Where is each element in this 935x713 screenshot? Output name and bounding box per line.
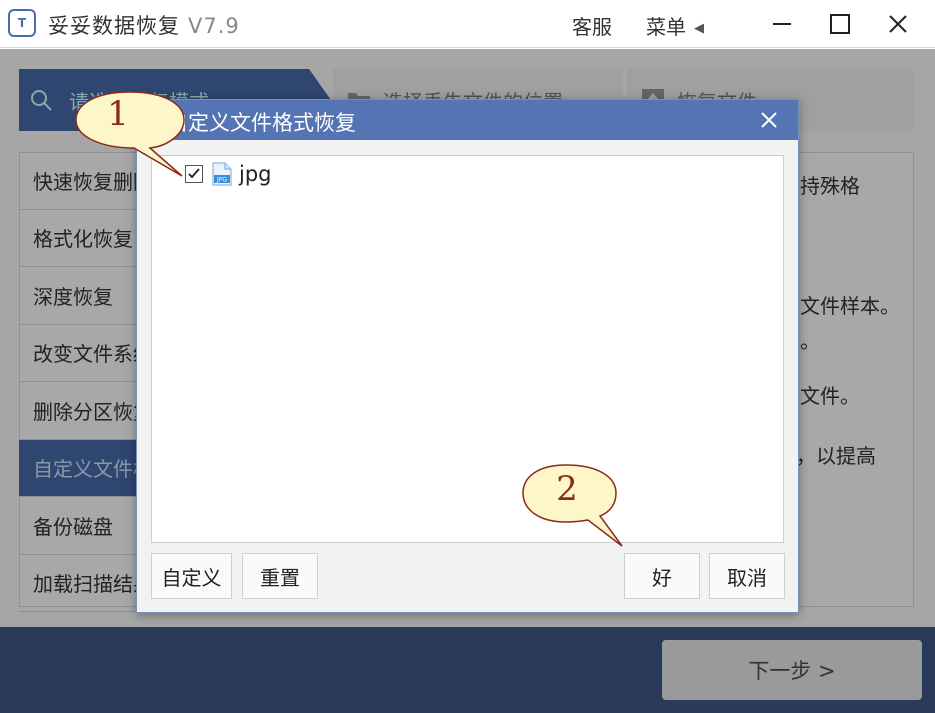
description-line-5: ，以提高 (796, 444, 876, 468)
description-line-3: 。 (800, 329, 820, 353)
mode-custom-format[interactable]: 自定义文件格式恢复 (19, 439, 139, 497)
close-icon (761, 112, 777, 128)
app-logo-icon: T (8, 9, 36, 37)
ok-button[interactable]: 好 (624, 553, 700, 599)
cancel-button[interactable]: 取消 (709, 553, 785, 599)
service-button[interactable]: 客服 (572, 11, 612, 40)
custom-format-dialog: 自定义文件格式恢复 JPG jpg 自定义 重置 好 取消 (136, 99, 799, 613)
file-type-list: JPG jpg (151, 155, 784, 543)
menu-label: 菜单 (646, 15, 686, 39)
minimize-icon (773, 23, 791, 25)
description-line-4: 文件。 (800, 384, 860, 408)
menu-button[interactable]: 菜单 ◀ (646, 11, 704, 40)
jpg-file-icon: JPG (212, 162, 232, 186)
mode-format-recover[interactable]: 格式化恢复 (19, 210, 139, 267)
callout-2: 2 (520, 462, 640, 550)
callout-2-number: 2 (556, 469, 578, 509)
mode-deep-recover[interactable]: 深度恢复 (19, 267, 139, 325)
maximize-button[interactable] (822, 8, 858, 40)
mode-partition-recover[interactable]: 删除分区恢复 (19, 382, 139, 440)
title-bar: T 妥妥数据恢复 V7.9 客服 菜单 ◀ (0, 0, 935, 48)
app-version: V7.9 (188, 14, 240, 38)
mode-load-scan[interactable]: 加载扫描结果 (19, 555, 139, 612)
step-3-arrow (894, 69, 916, 131)
dialog-title: 自定义文件格式恢复 (167, 111, 356, 135)
close-button[interactable] (880, 8, 916, 40)
minimize-button[interactable] (764, 8, 800, 40)
reset-button[interactable]: 重置 (242, 553, 318, 599)
file-type-name: jpg (239, 162, 272, 186)
mode-list: 快速恢复删除的文件 格式化恢复 深度恢复 改变文件系统恢复 删除分区恢复 自定义… (19, 152, 139, 612)
app-title: 妥妥数据恢复 V7.9 (48, 10, 240, 40)
search-icon (31, 90, 52, 111)
dialog-close-button[interactable] (755, 106, 783, 134)
close-icon (889, 15, 907, 33)
list-item[interactable]: JPG jpg (185, 162, 272, 186)
next-step-button[interactable]: 下一步 > (662, 640, 922, 700)
app-name: 妥妥数据恢复 (48, 14, 180, 38)
jpg-icon-label: JPG (216, 177, 227, 184)
dialog-header: 自定义文件格式恢复 (137, 100, 798, 140)
maximize-icon (830, 14, 850, 34)
mode-filesystem-recover[interactable]: 改变文件系统恢复 (19, 325, 139, 382)
description-line-2: 文件样本。 (800, 294, 900, 318)
callout-1: 1 (70, 88, 190, 183)
mode-backup-disk[interactable]: 备份磁盘 (19, 497, 139, 555)
description-line-1: 持殊格 (800, 174, 860, 198)
callout-1-number: 1 (107, 94, 129, 134)
custom-button[interactable]: 自定义 (151, 553, 232, 599)
menu-arrow-icon: ◀ (694, 21, 704, 36)
